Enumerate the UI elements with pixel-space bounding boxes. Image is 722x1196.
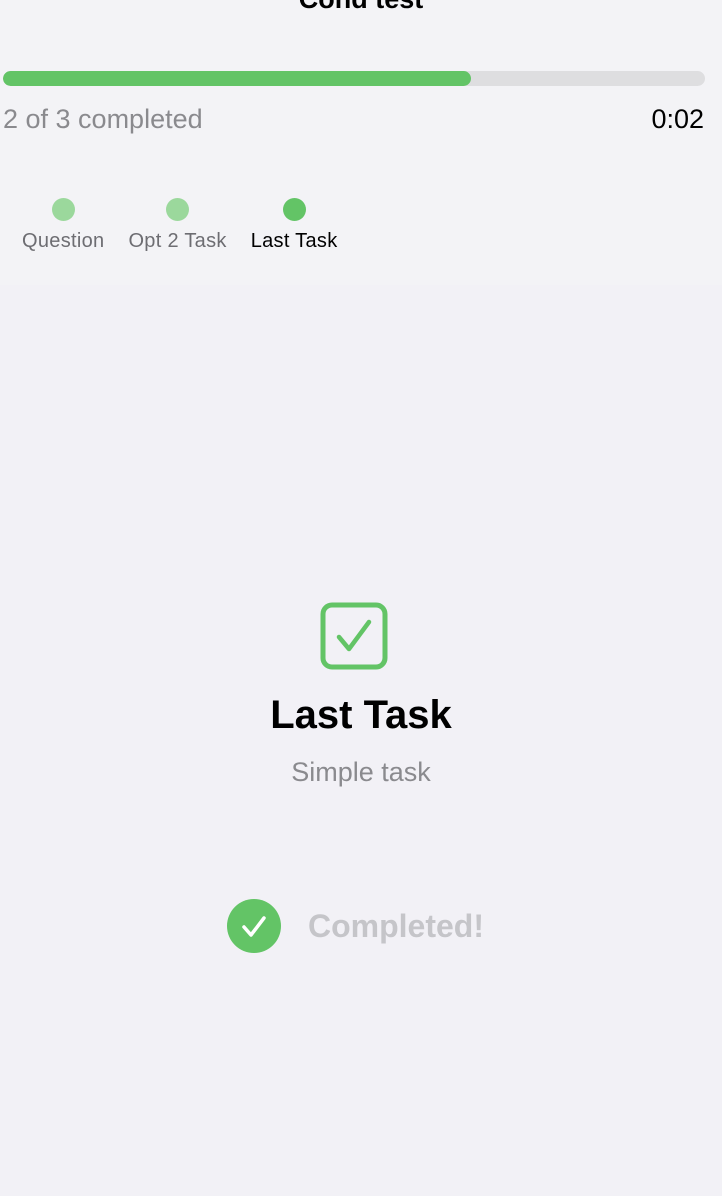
completed-status: Completed! [227, 899, 484, 953]
step-dot-active [282, 198, 306, 221]
step-label: Last Task [250, 230, 338, 252]
elapsed-timer: 0:02 [651, 104, 704, 134]
checkbox-checked-icon [320, 602, 388, 670]
checkmark-circle-icon [227, 899, 281, 953]
page-title: Cond test [0, 0, 722, 15]
step-label: Question [22, 230, 105, 252]
step-dot [51, 198, 75, 221]
task-title: Last Task [270, 693, 452, 737]
step-opt-2-task[interactable]: Opt 2 Task [128, 198, 226, 253]
header-panel: Cond test 2 of 3 completed 0:02 Question… [0, 0, 722, 285]
progress-label: 2 of 3 completed [3, 104, 203, 134]
step-dot [166, 198, 190, 221]
completed-label: Completed! [308, 907, 484, 944]
step-last-task[interactable]: Last Task [251, 198, 338, 253]
step-label: Opt 2 Task [128, 230, 227, 252]
task-subtitle: Simple task [291, 757, 431, 787]
progress-bar [3, 71, 705, 86]
step-question[interactable]: Question [22, 198, 104, 253]
progress-bar-fill [3, 71, 472, 86]
step-indicator: Question Opt 2 Task Last Task [22, 198, 338, 253]
